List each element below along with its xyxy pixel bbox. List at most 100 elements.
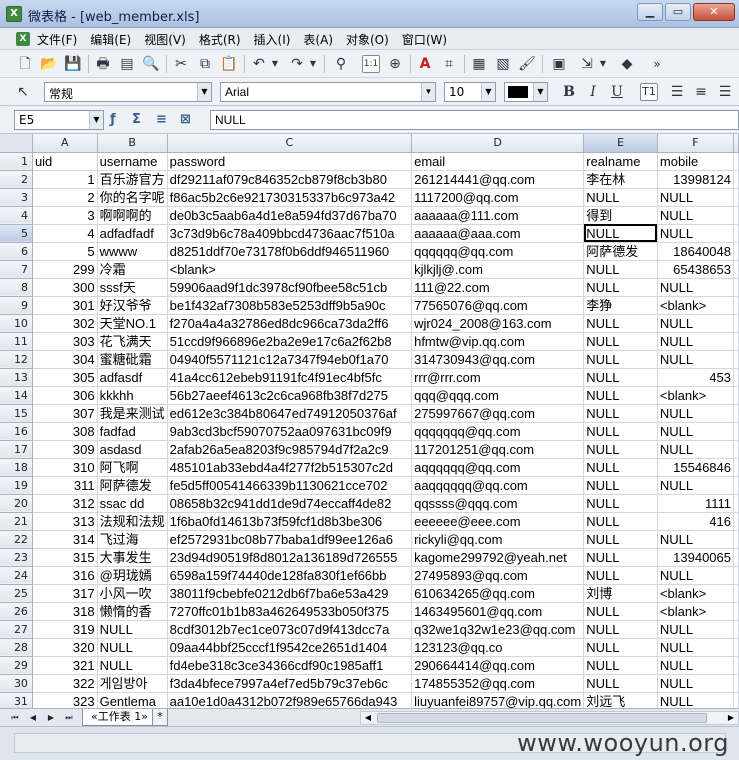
cell-c7[interactable]: <blank> xyxy=(167,260,413,279)
cell-c19[interactable]: fe5d5ff00541466339b1130621cce702 xyxy=(167,476,413,495)
bold-icon[interactable]: B xyxy=(560,83,578,101)
cell-f29[interactable]: NULL xyxy=(657,656,735,675)
zoom-icon[interactable]: ⊕ xyxy=(386,55,404,73)
blank-cell[interactable] xyxy=(733,602,739,621)
cell-b6[interactable]: wwww xyxy=(97,242,168,261)
cell-b31[interactable]: Gentlema xyxy=(97,692,168,708)
menu-format[interactable]: 格式(R) xyxy=(199,31,248,48)
blank-cell[interactable] xyxy=(733,404,739,423)
blank-cell[interactable] xyxy=(733,170,739,189)
column-header-f[interactable]: F xyxy=(657,134,735,153)
cell-a16[interactable]: 308 xyxy=(32,422,98,441)
cell-c4[interactable]: de0b3c5aab6a4d1e8a594fd37d67ba70 xyxy=(167,206,413,225)
cell-b13[interactable]: adfasdf xyxy=(97,368,168,387)
cell-c12[interactable]: 04940f5571121c12a7347f94eb0f1a70 xyxy=(167,350,413,369)
cell-f24[interactable]: NULL xyxy=(657,566,735,585)
column-header-a[interactable]: A xyxy=(32,134,98,153)
blank-cell[interactable] xyxy=(733,314,739,333)
cell-d2[interactable]: 261214441@qq.com xyxy=(411,170,585,189)
blank-cell[interactable] xyxy=(733,692,739,708)
cell-c2[interactable]: df29211af079c846352cb879f8cb3b80 xyxy=(167,170,413,189)
blank-cell[interactable] xyxy=(733,422,739,441)
cell-c11[interactable]: 51ccd9f966896e2ba2e9e17c6a2f62b8 xyxy=(167,332,413,351)
cell-c27[interactable]: 8cdf3012b7ec1ce073c07d9f413dcc7a xyxy=(167,620,413,639)
menu-table[interactable]: 表(A) xyxy=(303,31,340,48)
blank-cell[interactable] xyxy=(733,368,739,387)
cell-e3[interactable]: NULL xyxy=(583,188,658,207)
cell-d24[interactable]: 27495893@qq.com xyxy=(411,566,585,585)
cell-a9[interactable]: 301 xyxy=(32,296,98,315)
cell-a3[interactable]: 2 xyxy=(32,188,98,207)
cell-d22[interactable]: rickyli@qq.com xyxy=(411,530,585,549)
cell-b17[interactable]: asdasd xyxy=(97,440,168,459)
cell-b16[interactable]: fadfad xyxy=(97,422,168,441)
scroll-right-icon[interactable]: ▶ xyxy=(724,712,738,724)
align-left-icon[interactable]: ☰ xyxy=(668,83,686,101)
cell-c5[interactable]: 3c73d9b6c78a409bbcd4736aac7f510a xyxy=(167,224,413,243)
cell-c21[interactable]: 1f6ba0fd14613b73f59fcf1d8b3be306 xyxy=(167,512,413,531)
blank-cell[interactable] xyxy=(733,260,739,279)
cell-b30[interactable]: 게임방아 xyxy=(97,674,168,693)
cell-e13[interactable]: NULL xyxy=(583,368,658,387)
row-header[interactable]: 9 xyxy=(0,296,33,315)
cell-f11[interactable]: NULL xyxy=(657,332,735,351)
row-header[interactable]: 27 xyxy=(0,620,33,639)
blank-cell[interactable] xyxy=(733,512,739,531)
blank-cell[interactable] xyxy=(733,188,739,207)
pivot-table-icon[interactable]: ▣ xyxy=(550,55,568,73)
row-header[interactable]: 15 xyxy=(0,404,33,423)
cell-b7[interactable]: 冷霜 xyxy=(97,260,168,279)
sheet-tab-1[interactable]: «工作表 1» xyxy=(82,709,157,726)
cell-a5[interactable]: 4 xyxy=(32,224,98,243)
toolbar-overflow-icon[interactable]: » xyxy=(648,55,666,73)
cell-f25[interactable]: <blank> xyxy=(657,584,735,603)
cell-a30[interactable]: 322 xyxy=(32,674,98,693)
cell-c14[interactable]: 56b27aeef4613c2c6ca968fb38f7d275 xyxy=(167,386,413,405)
cell-f18[interactable]: 15546846 xyxy=(657,458,735,477)
row-header[interactable]: 4 xyxy=(0,206,33,225)
cell-e31[interactable]: 刘远飞 xyxy=(583,692,658,708)
cell-a24[interactable]: 316 xyxy=(32,566,98,585)
cell-b8[interactable]: sssf天 xyxy=(97,278,168,297)
cell-d1[interactable]: email xyxy=(411,152,585,171)
macro-icon[interactable]: ◆ xyxy=(618,55,636,73)
row-header[interactable]: 11 xyxy=(0,332,33,351)
zoom-100-icon[interactable]: 1:1 xyxy=(362,55,380,73)
spreadsheet-grid[interactable]: ABCDEF 1 uid username password email realname… xyxy=(0,134,739,708)
row-header[interactable]: 29 xyxy=(0,656,33,675)
cell-a11[interactable]: 303 xyxy=(32,332,98,351)
blank-cell[interactable] xyxy=(733,386,739,405)
paste-icon[interactable]: 📋 xyxy=(220,55,238,73)
cell-f9[interactable]: <blank> xyxy=(657,296,735,315)
minimize-button[interactable]: ▁ xyxy=(637,3,663,21)
cell-b27[interactable]: NULL xyxy=(97,620,168,639)
cell-a7[interactable]: 299 xyxy=(32,260,98,279)
cell-c30[interactable]: f3da4bfece7997a4ef7ed5b79c37eb6c xyxy=(167,674,413,693)
row-header[interactable]: 5 xyxy=(0,224,33,243)
cell-reference-box[interactable]: E5 ▼ xyxy=(14,110,104,130)
cell-a20[interactable]: 312 xyxy=(32,494,98,513)
cell-b2[interactable]: 百乐游官方 xyxy=(97,170,168,189)
blank-cell[interactable] xyxy=(733,494,739,513)
cell-c20[interactable]: 08658b32c941dd1de9d74eccaff4de82 xyxy=(167,494,413,513)
blank-cell[interactable] xyxy=(733,152,739,171)
cell-c13[interactable]: 41a4cc612ebeb91191fc4f91ec4bf5fc xyxy=(167,368,413,387)
row-header[interactable]: 6 xyxy=(0,242,33,261)
cell-e29[interactable]: NULL xyxy=(583,656,658,675)
cell-b14[interactable]: kkkhh xyxy=(97,386,168,405)
row-header[interactable]: 19 xyxy=(0,476,33,495)
cell-c25[interactable]: 38011f9cbebfe0212db6f7ba6e53a429 xyxy=(167,584,413,603)
align-center-icon[interactable]: ≡ xyxy=(692,83,710,101)
row-header[interactable]: 20 xyxy=(0,494,33,513)
select-all-corner[interactable] xyxy=(0,134,33,153)
row-header[interactable]: 14 xyxy=(0,386,33,405)
cell-e19[interactable]: NULL xyxy=(583,476,658,495)
cell-a2[interactable]: 1 xyxy=(32,170,98,189)
row-header[interactable]: 18 xyxy=(0,458,33,477)
cell-f13[interactable]: 453 xyxy=(657,368,735,387)
cell-e28[interactable]: NULL xyxy=(583,638,658,657)
cell-f6[interactable]: 18640048 xyxy=(657,242,735,261)
cell-a4[interactable]: 3 xyxy=(32,206,98,225)
cell-d21[interactable]: eeeeee@eee.com xyxy=(411,512,585,531)
cell-f1[interactable]: mobile xyxy=(657,152,735,171)
